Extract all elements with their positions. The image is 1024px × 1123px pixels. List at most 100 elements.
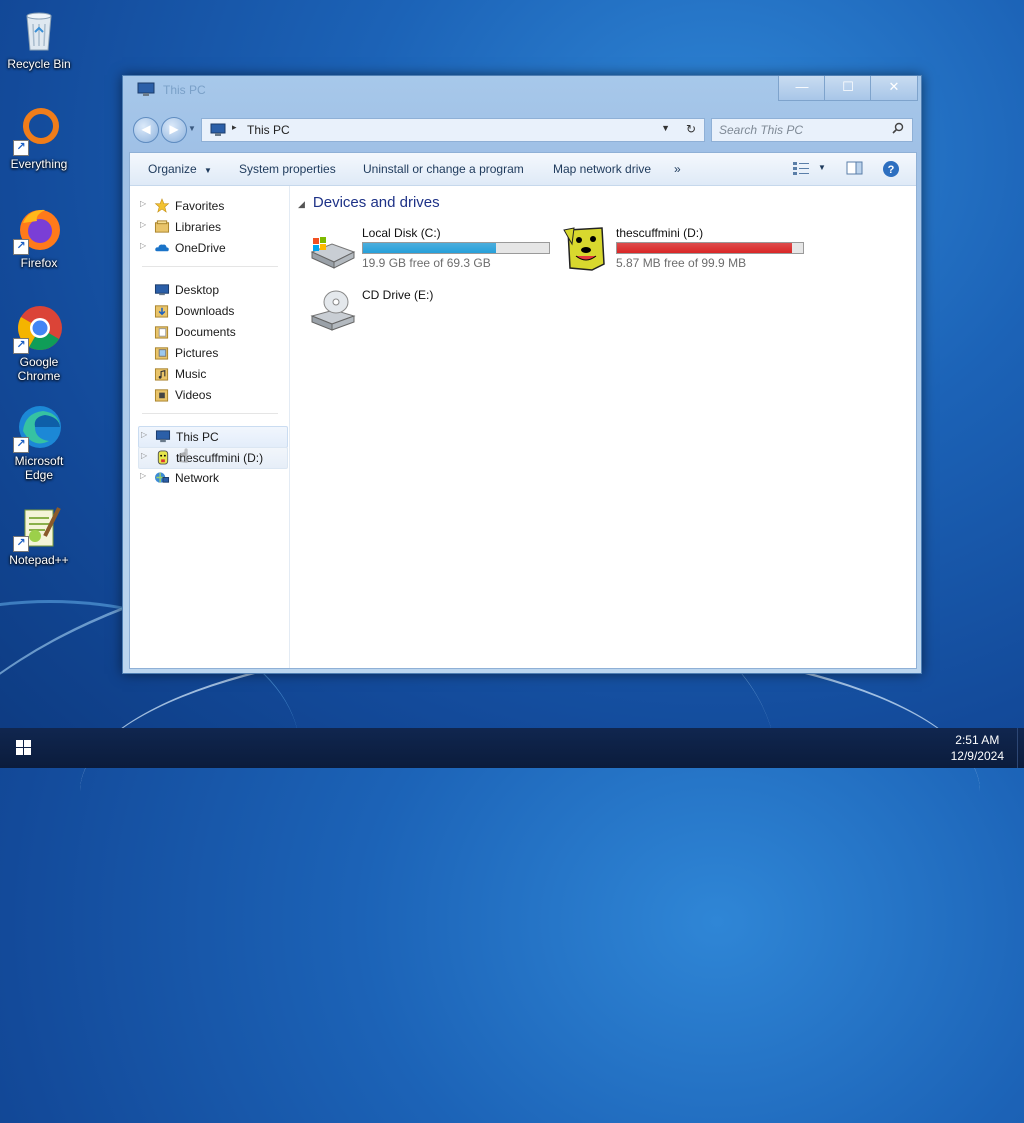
star-icon (154, 198, 170, 213)
clock-time: 2:51 AM (955, 733, 1000, 747)
desktop-icon-label: Notepad++ (9, 553, 69, 567)
content-pane: ◢ Devices and drives Local Disk (C:) 19.9… (290, 186, 916, 668)
drive-item-e[interactable]: CD Drive (E:) (308, 286, 558, 338)
minimize-button[interactable]: — (778, 76, 826, 101)
nav-item-pictures[interactable]: Pictures (138, 343, 286, 363)
nav-item-favorites[interactable]: ▷ Favorites (138, 196, 286, 216)
navigation-row: ◀ ▶ ▼ ▸ This PC ▼ ↻ Search This PC (123, 112, 921, 144)
nav-item-desktop[interactable]: Desktop (138, 280, 286, 300)
drive-free-space: 19.9 GB free of 69.3 GB (362, 256, 491, 270)
desktop-icon-label: Recycle Bin (7, 57, 71, 71)
show-desktop-button[interactable] (1017, 728, 1024, 768)
nav-label: Favorites (175, 199, 225, 213)
expand-arrow-icon[interactable]: ▷ (140, 199, 146, 208)
nav-item-downloads[interactable]: Downloads (138, 301, 286, 321)
nav-item-videos[interactable]: Videos (138, 385, 286, 405)
desktop-icon-recycle-bin[interactable]: Recycle Bin (2, 6, 76, 71)
expand-arrow-icon[interactable]: ▷ (141, 451, 147, 460)
music-folder-icon (154, 368, 169, 381)
view-dropdown-icon[interactable]: ▼ (818, 163, 826, 172)
nav-item-music[interactable]: Music (138, 364, 286, 384)
forward-button[interactable]: ▶ (161, 117, 187, 143)
desktop-icon-edge[interactable]: ↗ Microsoft Edge (2, 403, 76, 482)
address-bar[interactable]: ▸ This PC ▼ ↻ (201, 118, 705, 142)
refresh-icon[interactable]: ↻ (686, 122, 696, 136)
downloads-folder-icon (154, 305, 169, 318)
nav-label: Network (175, 471, 220, 485)
nav-item-documents[interactable]: Documents (138, 322, 286, 342)
address-dropdown-icon[interactable]: ▼ (661, 123, 670, 133)
expand-arrow-icon[interactable]: ▷ (140, 220, 146, 229)
expand-arrow-icon[interactable]: ▷ (140, 471, 146, 480)
cloud-icon (155, 244, 169, 252)
svg-text:?: ? (888, 164, 895, 176)
recent-pages-dropdown-icon[interactable]: ▼ (188, 124, 196, 133)
videos-folder-icon (154, 389, 169, 402)
window-title: This PC (163, 83, 206, 97)
nav-item-onedrive[interactable]: ▷ OneDrive (138, 238, 286, 258)
notepadpp-icon: ↗ (13, 502, 63, 552)
nav-label: Videos (175, 388, 212, 402)
drive-item-c[interactable]: Local Disk (C:) 19.9 GB free of 69.3 GB (308, 224, 558, 276)
firefox-icon: ↗ (13, 205, 63, 255)
expand-arrow-icon[interactable]: ▷ (140, 241, 146, 250)
drive-usage-fill (617, 243, 793, 253)
windows-drive-icon (310, 237, 356, 269)
breadcrumb-separator-icon[interactable]: ▸ (232, 122, 237, 133)
uninstall-program-button[interactable]: Uninstall or change a program (363, 162, 524, 176)
expand-arrow-icon[interactable]: ▷ (141, 430, 147, 439)
collapse-arrow-icon[interactable]: ◢ (298, 199, 305, 209)
explorer-client-area: Organize ▼ System properties Uninstall o… (129, 152, 917, 669)
search-icon[interactable] (892, 122, 904, 134)
chevron-down-icon: ▼ (204, 166, 212, 175)
nav-item-libraries[interactable]: ▷ Libraries (138, 217, 286, 237)
drive-item-d[interactable]: thescuffmini (D:) 5.87 MB free of 99.9 M… (562, 224, 812, 276)
desktop-icon-chrome[interactable]: ↗ Google Chrome (2, 304, 76, 383)
view-options-icon[interactable] (792, 160, 810, 176)
organize-button[interactable]: Organize ▼ (148, 162, 212, 176)
nav-label: Music (175, 367, 207, 381)
maximize-button[interactable]: ☐ (824, 76, 872, 101)
desktop-icon-label: Microsoft Edge (14, 454, 64, 482)
recycle-bin-icon (15, 6, 63, 54)
nav-item-this-pc[interactable]: ▷ This PC (138, 426, 288, 448)
drive-usage-fill (363, 243, 496, 253)
mouse-pointer-icon: ☝ (178, 446, 189, 466)
nav-label: Downloads (175, 304, 235, 318)
breadcrumb-this-pc[interactable]: This PC (247, 123, 290, 137)
nav-label: This PC (176, 430, 219, 444)
taskbar: 2:51 AM 12/9/2024 (0, 728, 1024, 768)
edge-icon: ↗ (13, 403, 63, 453)
chrome-icon: ↗ (13, 304, 63, 354)
desktop-icon-everything[interactable]: ↗ Everything (2, 106, 76, 171)
title-bar[interactable]: This PC — ☐ ✕ (123, 76, 921, 106)
shortcut-arrow-icon: ↗ (13, 140, 29, 156)
desktop-icon (154, 284, 170, 296)
search-placeholder[interactable]: Search This PC (719, 123, 803, 137)
desktop-icon-notepadpp[interactable]: ↗ Notepad++ (2, 502, 76, 567)
map-network-drive-button[interactable]: Map network drive (553, 162, 651, 176)
nav-item-d-drive[interactable]: ▷ thescuffmini (D:) (138, 447, 288, 469)
search-box[interactable]: Search This PC (711, 118, 913, 142)
network-icon (154, 472, 170, 483)
help-icon[interactable]: ? (882, 160, 900, 178)
close-button[interactable]: ✕ (870, 76, 918, 101)
drive-name: Local Disk (C:) (362, 226, 441, 240)
group-header-devices[interactable]: ◢ Devices and drives (298, 194, 440, 211)
preview-pane-icon[interactable] (846, 160, 864, 176)
this-pc-icon (210, 123, 226, 136)
nav-label: Desktop (175, 283, 220, 297)
more-commands-button[interactable]: » (674, 162, 681, 176)
desktop-icon-firefox[interactable]: ↗ Firefox (2, 205, 76, 270)
library-icon (154, 220, 170, 233)
nav-item-network[interactable]: ▷ Network (138, 468, 286, 488)
shortcut-arrow-icon: ↗ (13, 437, 29, 453)
drive-usage-bar (362, 242, 550, 254)
start-button[interactable] (0, 728, 48, 768)
back-button[interactable]: ◀ (133, 117, 159, 143)
drive-name: thescuffmini (D:) (616, 226, 704, 240)
drive-name: CD Drive (E:) (362, 288, 434, 302)
system-clock[interactable]: 2:51 AM 12/9/2024 (951, 732, 1004, 764)
explorer-window[interactable]: This PC — ☐ ✕ ◀ ▶ ▼ ▸ This PC ▼ ↻ Search… (122, 75, 922, 674)
system-properties-button[interactable]: System properties (239, 162, 336, 176)
